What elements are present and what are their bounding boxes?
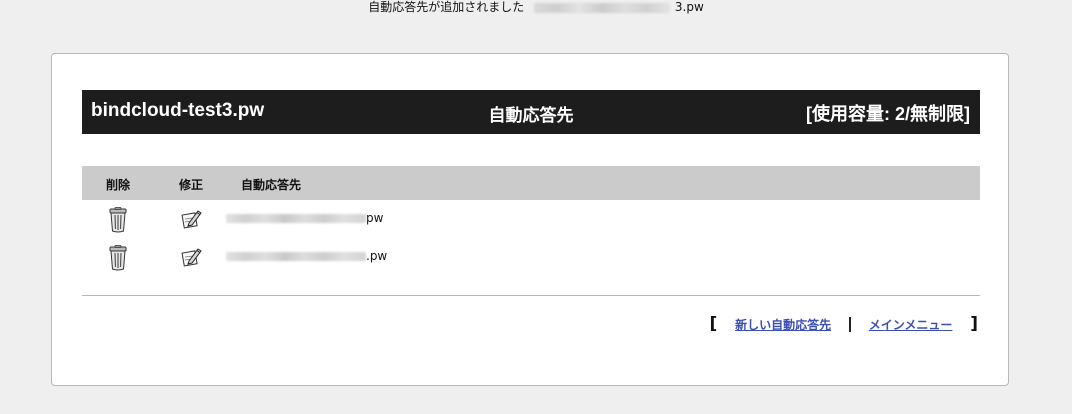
- new-autoresponder-link[interactable]: 新しい自動応答先: [735, 318, 831, 332]
- close-bracket: ]: [970, 314, 978, 334]
- address-suffix: .pw: [366, 249, 388, 263]
- main-menu-link[interactable]: メインメニュー: [869, 318, 953, 332]
- table-header: 削除 修正 自動応答先: [82, 166, 980, 200]
- redacted-domain: [534, 2, 671, 13]
- open-bracket: [: [709, 314, 718, 334]
- panel-header: bindcloud-test3.pw 自動応答先 [使用容量: 2/無制限]: [82, 90, 980, 134]
- usage-indicator: [使用容量: 2/無制限]: [806, 104, 970, 124]
- notice-message: 自動応答先が追加されました: [368, 0, 525, 14]
- link-separator: [848, 316, 851, 332]
- footer-links: [ 新しい自動応答先 メインメニュー ]: [709, 314, 978, 334]
- status-notice: 自動応答先が追加されました 3.pw: [0, 0, 1072, 14]
- autoresponder-address: pw: [226, 211, 383, 225]
- address-suffix: pw: [366, 211, 384, 225]
- divider: [82, 295, 980, 296]
- table-row: .pw: [82, 240, 980, 276]
- autoresponder-address: .pw: [226, 249, 387, 263]
- trash-icon[interactable]: [107, 207, 129, 233]
- redacted-address: [226, 252, 366, 261]
- column-address: 自動応答先: [241, 178, 302, 192]
- redacted-address: [226, 214, 366, 223]
- table-row: pw: [82, 202, 980, 238]
- notice-domain-suffix: 3.pw: [674, 0, 704, 14]
- autoresponder-panel: bindcloud-test3.pw 自動応答先 [使用容量: 2/無制限] 削…: [51, 53, 1009, 386]
- edit-pencil-icon[interactable]: [181, 246, 203, 268]
- column-delete: 削除: [106, 178, 131, 192]
- edit-pencil-icon[interactable]: [181, 208, 203, 230]
- trash-icon[interactable]: [107, 245, 129, 271]
- column-edit: 修正: [179, 178, 204, 192]
